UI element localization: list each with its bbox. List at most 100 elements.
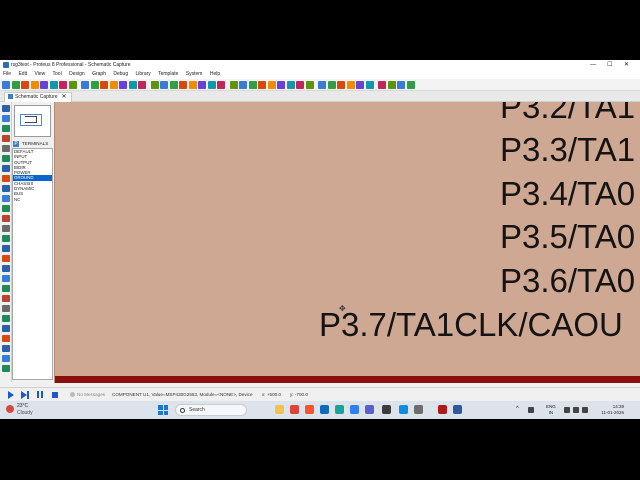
app-red-icon[interactable] — [438, 405, 447, 414]
import-icon[interactable] — [30, 81, 39, 89]
battery-icon[interactable] — [582, 407, 588, 413]
minimize-button[interactable]: — — [586, 60, 601, 70]
pin-icon[interactable] — [2, 185, 10, 192]
code-icon[interactable] — [119, 81, 127, 89]
marker-icon[interactable] — [2, 325, 10, 332]
new-icon[interactable] — [2, 81, 10, 89]
menu-design[interactable]: Design — [69, 71, 85, 77]
rotate-ccw-icon[interactable] — [2, 345, 10, 352]
tab-schematic-capture[interactable]: Schematic Capture ✕ — [4, 92, 72, 102]
help-icon[interactable] — [128, 81, 137, 89]
copy-icon[interactable] — [248, 81, 257, 89]
terminal-icon[interactable] — [2, 175, 10, 182]
menu-system[interactable]: System — [186, 71, 203, 77]
app-blue-icon[interactable] — [453, 405, 462, 414]
home-icon[interactable] — [59, 81, 67, 89]
bus-icon[interactable] — [2, 155, 10, 162]
pan-icon[interactable] — [169, 81, 178, 89]
taskbar-search[interactable]: Search — [175, 404, 247, 416]
line-icon[interactable] — [2, 255, 10, 262]
menu-debug[interactable]: Debug — [113, 71, 128, 77]
bill-of-materials-icon[interactable] — [406, 81, 415, 89]
print-icon[interactable] — [49, 81, 58, 89]
decompose-icon[interactable] — [337, 81, 345, 89]
export-icon[interactable] — [40, 81, 48, 89]
component-icon[interactable] — [2, 115, 10, 122]
property-tool-icon[interactable] — [365, 81, 374, 89]
path-icon[interactable] — [2, 295, 10, 302]
gerber-icon[interactable] — [100, 81, 108, 89]
search-tag-icon[interactable] — [356, 81, 364, 89]
mirror-x-icon[interactable] — [2, 355, 10, 362]
wifi-icon[interactable] — [564, 407, 570, 413]
probe-voltage-icon[interactable] — [2, 225, 10, 232]
pause-simulation-button[interactable] — [37, 391, 44, 398]
save-icon[interactable] — [21, 81, 29, 89]
remove-sheet-icon[interactable] — [387, 81, 396, 89]
overview-window[interactable] — [14, 105, 51, 137]
generator-icon[interactable] — [2, 215, 10, 222]
pcb-icon[interactable] — [81, 81, 89, 89]
open-icon[interactable] — [11, 81, 20, 89]
wire-label-icon[interactable] — [2, 135, 10, 142]
photos-icon[interactable] — [335, 405, 344, 414]
menu-tool[interactable]: Tool — [53, 71, 62, 77]
maximize-button[interactable]: ☐ — [602, 60, 617, 70]
rotate-cw-icon[interactable] — [2, 335, 10, 342]
bom-icon[interactable] — [109, 81, 118, 89]
block-delete-icon[interactable] — [296, 81, 304, 89]
select-icon[interactable] — [2, 105, 10, 112]
block-move-icon[interactable] — [277, 81, 285, 89]
menu-graph[interactable]: Graph — [92, 71, 106, 77]
zoom-area-icon[interactable] — [207, 81, 216, 89]
menu-view[interactable]: View — [34, 71, 45, 77]
text-icon[interactable] — [2, 305, 10, 312]
schematic-canvas[interactable]: P3.2/TA1 P3.3/TA1 P3.4/TA0 P3.5/TA0 P3.6… — [54, 102, 640, 383]
stop-simulation-button[interactable] — [52, 392, 58, 398]
clock[interactable]: 14:39 11-01-2026 — [596, 404, 624, 416]
language-indicator[interactable]: ENG IN — [546, 404, 556, 416]
refresh-icon[interactable] — [138, 81, 146, 89]
subcircuit-icon[interactable] — [2, 165, 10, 172]
menu-file[interactable]: File — [3, 71, 11, 77]
probe-current-icon[interactable] — [2, 235, 10, 242]
undo-icon[interactable] — [217, 81, 225, 89]
close-button[interactable]: ✕ — [619, 60, 634, 70]
origin-icon[interactable] — [160, 81, 168, 89]
terminals-list[interactable]: DEFAULT INPUT OUTPUT BIDIR POWER GROUND … — [12, 148, 53, 380]
grid-icon[interactable] — [150, 81, 159, 89]
junction-icon[interactable] — [2, 125, 10, 132]
file-explorer-icon[interactable] — [275, 405, 284, 414]
cloud-sync-icon[interactable] — [528, 407, 534, 413]
new-sheet-icon[interactable] — [378, 81, 386, 89]
messages-indicator[interactable]: No Messages — [70, 388, 105, 401]
run-simulation-button[interactable] — [8, 391, 14, 399]
step-simulation-button[interactable] — [21, 391, 29, 399]
settings-icon[interactable] — [414, 405, 423, 414]
menu-edit[interactable]: Edit — [18, 71, 27, 77]
show-hidden-icons-chevron-icon[interactable]: ^ — [516, 406, 519, 412]
zoom-in-icon[interactable] — [179, 81, 187, 89]
brave-icon[interactable] — [305, 405, 314, 414]
vs-code-icon[interactable] — [350, 405, 359, 414]
schematic-icon[interactable] — [68, 81, 77, 89]
start-button[interactable] — [158, 405, 168, 415]
outlook-icon[interactable] — [320, 405, 329, 414]
paste-icon[interactable] — [258, 81, 266, 89]
graph-icon[interactable] — [2, 195, 10, 202]
mirror-y-icon[interactable] — [2, 365, 10, 372]
menu-template[interactable]: Template — [158, 71, 178, 77]
circle-icon[interactable] — [2, 275, 10, 282]
text-script-icon[interactable] — [2, 145, 10, 152]
chrome-icon[interactable] — [290, 405, 299, 414]
packaging-icon[interactable] — [327, 81, 336, 89]
menu-library[interactable]: Library — [136, 71, 151, 77]
terminal-item-nc[interactable]: NC — [13, 197, 52, 202]
symbol-icon[interactable] — [2, 315, 10, 322]
proteus-taskbar-icon[interactable] — [382, 405, 391, 414]
menu-help[interactable]: Help — [210, 71, 220, 77]
redo-icon[interactable] — [229, 81, 238, 89]
netlist-icon[interactable] — [397, 81, 405, 89]
make-device-icon[interactable] — [318, 81, 326, 89]
tape-icon[interactable] — [2, 205, 10, 212]
